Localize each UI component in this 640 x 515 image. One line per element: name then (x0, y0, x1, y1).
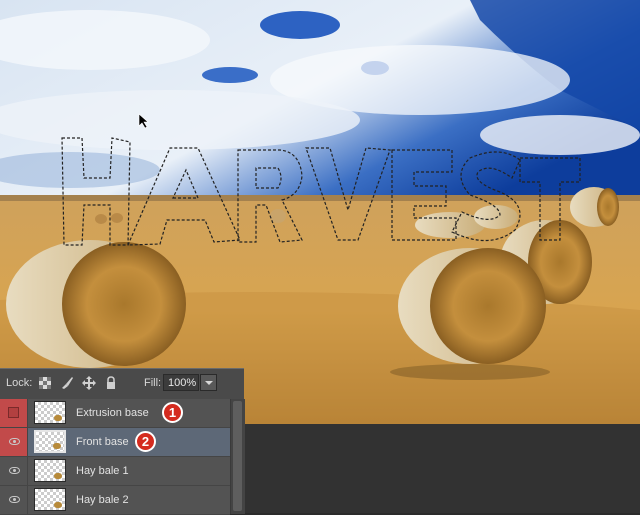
visibility-off-icon (8, 407, 19, 418)
scrollbar-thumb[interactable] (233, 401, 242, 511)
eye-icon (9, 467, 20, 474)
canvas-photo[interactable] (0, 0, 640, 424)
visibility-toggle[interactable] (0, 399, 28, 427)
layer-name[interactable]: Hay bale 1 (76, 465, 129, 477)
layer-row-front-base[interactable]: Front base 2 (0, 428, 230, 457)
step-badge: 1 (162, 402, 183, 423)
lock-bar: Lock: Fill: 100% (0, 369, 244, 400)
lock-all-icon[interactable] (104, 376, 118, 390)
layer-row-hay-bale-2[interactable]: Hay bale 2 (0, 486, 230, 515)
layers-panel: Lock: Fill: 100% Extrusion base 1 Front … (0, 368, 245, 515)
lock-label: Lock: (6, 377, 33, 389)
layers-scrollbar[interactable] (230, 399, 245, 514)
visibility-toggle[interactable] (0, 428, 28, 456)
lock-image-pixels-icon[interactable] (60, 376, 74, 390)
lock-transparent-pixels-icon[interactable] (38, 376, 52, 390)
layer-name[interactable]: Extrusion base (76, 407, 149, 419)
eye-icon (9, 496, 20, 503)
layer-row-hay-bale-1[interactable]: Hay bale 1 (0, 457, 230, 486)
lock-position-icon[interactable] (82, 376, 96, 390)
layer-thumbnail (34, 459, 66, 482)
fill-dropdown-button[interactable] (200, 374, 217, 391)
layer-thumbnail (34, 488, 66, 511)
visibility-toggle[interactable] (0, 457, 28, 485)
layer-thumbnail (34, 430, 66, 453)
hay-field-image (0, 0, 640, 424)
fill-input[interactable]: 100% (163, 374, 199, 391)
layer-thumbnail (34, 401, 66, 424)
step-badge: 2 (135, 431, 156, 452)
layer-name[interactable]: Hay bale 2 (76, 494, 129, 506)
eye-icon (9, 438, 20, 445)
layer-name[interactable]: Front base (76, 436, 129, 448)
fill-label: Fill: (144, 377, 162, 389)
workspace-background (244, 424, 640, 513)
visibility-toggle[interactable] (0, 486, 28, 514)
layer-row-extrusion-base[interactable]: Extrusion base 1 (0, 399, 230, 428)
